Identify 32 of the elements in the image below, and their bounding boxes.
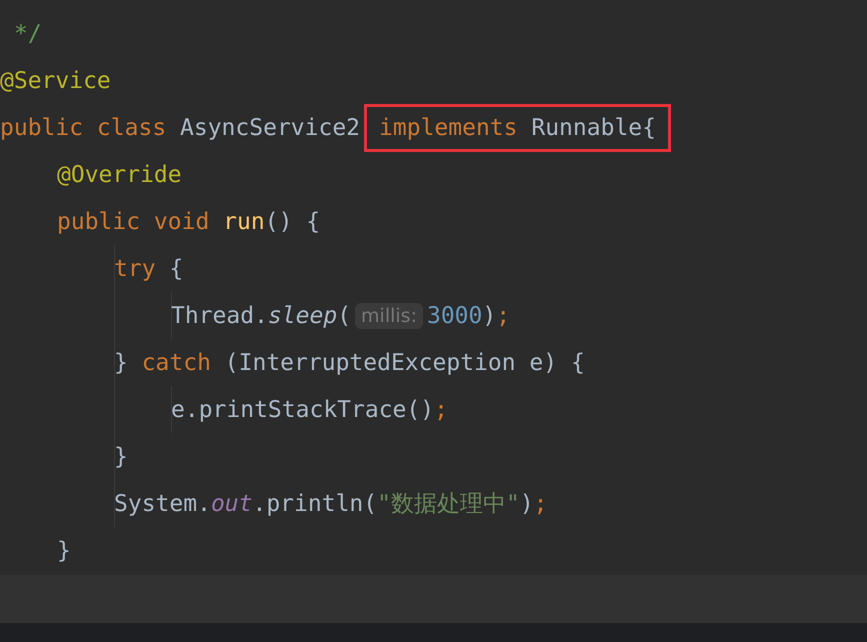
code-keyword: public class xyxy=(0,114,168,140)
code-text: ) xyxy=(482,302,496,328)
code-text: } xyxy=(114,444,128,470)
code-text: } xyxy=(57,538,71,564)
code-text: Thread. xyxy=(171,302,268,328)
number-literal: 3000 xyxy=(426,302,482,328)
parameter-hint: millis: xyxy=(355,302,423,328)
code-text: { xyxy=(169,256,184,282)
code-annotation: @Service xyxy=(0,68,111,94)
code-keyword: implements xyxy=(379,114,519,140)
static-field-name: out xyxy=(210,490,252,516)
code-keyword: public void xyxy=(57,208,210,234)
semicolon: ; xyxy=(434,396,448,422)
code-keyword: try xyxy=(114,256,157,282)
code-text: .println( xyxy=(252,490,378,516)
code-text: ) xyxy=(520,490,534,516)
method-name: run xyxy=(223,208,265,234)
code-text: (InterruptedException e) { xyxy=(224,350,585,376)
code-text: ( xyxy=(337,302,352,328)
string-literal: "数据处理中" xyxy=(377,490,520,519)
semicolon: ; xyxy=(534,490,548,516)
code-text: () { xyxy=(264,208,320,234)
code-text: } xyxy=(114,350,129,376)
code-comment: */ xyxy=(14,20,42,46)
code-keyword: catch xyxy=(142,350,212,376)
static-method-name: sleep xyxy=(268,302,338,328)
code-annotation: @Override xyxy=(57,162,182,188)
semicolon: ; xyxy=(496,302,510,328)
code-text: Runnable{ xyxy=(531,114,656,140)
code-text: AsyncService2 xyxy=(180,114,360,140)
code-text: e.printStackTrace() xyxy=(171,396,434,422)
code-text: System. xyxy=(114,490,211,516)
